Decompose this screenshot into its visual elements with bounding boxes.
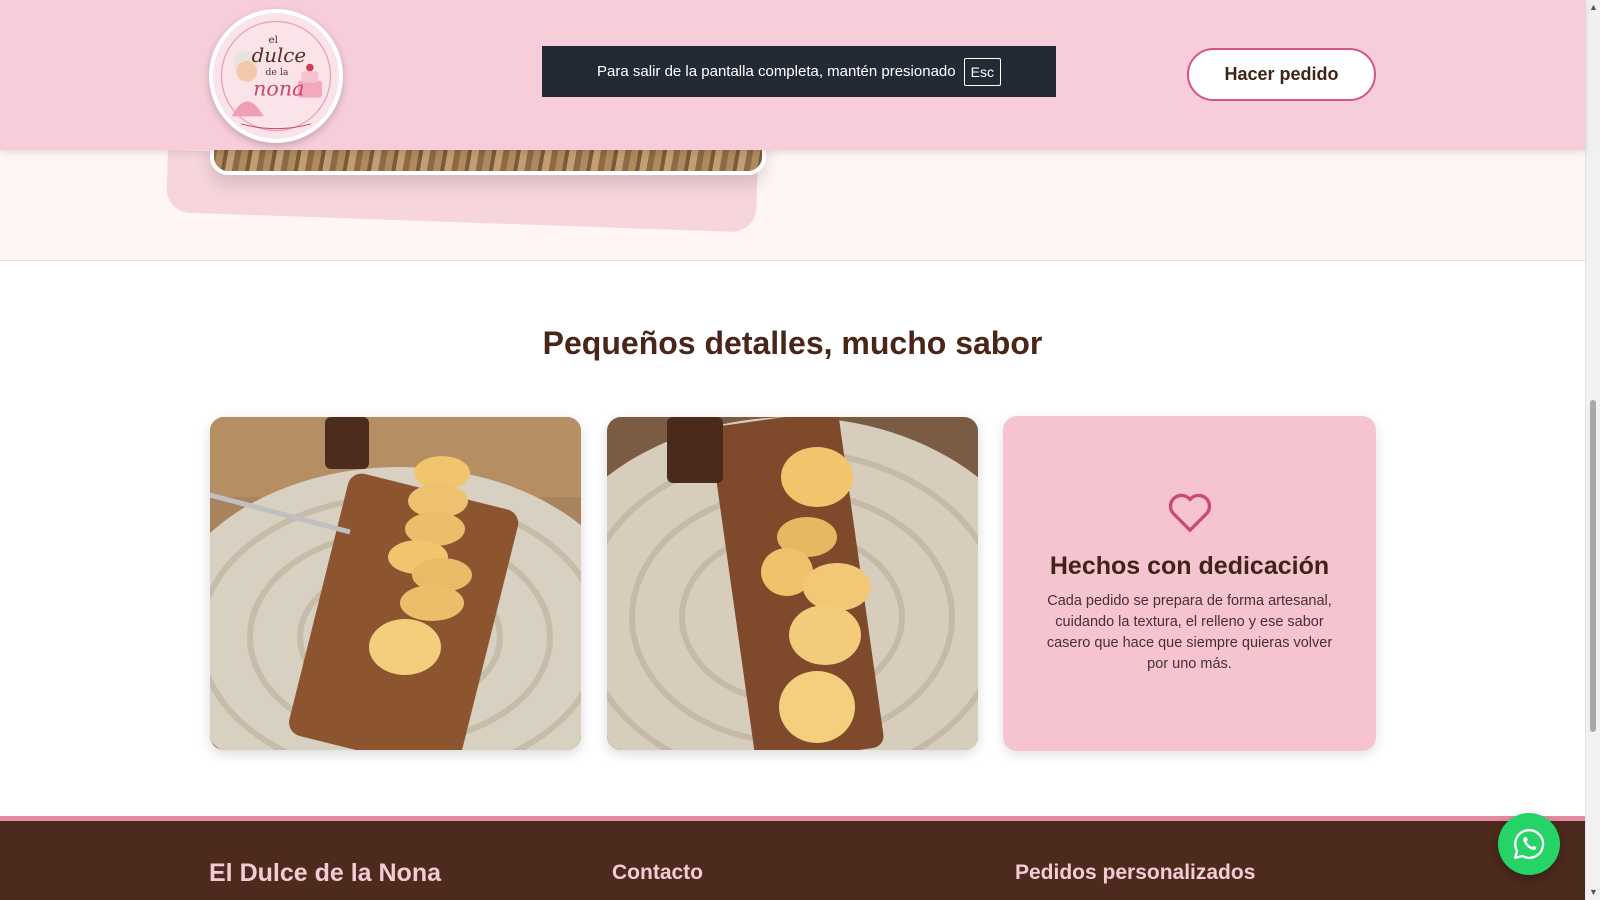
hero-section-bottom: [0, 150, 1585, 261]
hero-photo: [210, 150, 766, 175]
gallery-photo-alfajores-2[interactable]: [607, 417, 978, 750]
fullscreen-exit-toast: Para salir de la pantalla completa, mant…: [542, 46, 1056, 97]
gallery-title: Pequeños detalles, mucho sabor: [542, 325, 1043, 361]
logo-text-dulce: dulce: [252, 44, 306, 67]
heart-icon: [1168, 493, 1211, 532]
whatsapp-button[interactable]: [1498, 813, 1560, 875]
dedication-card-title: Hechos con dedicación: [1049, 552, 1330, 580]
order-button[interactable]: Hacer pedido: [1187, 48, 1376, 101]
site-footer: El Dulce de la Nona Contacto Pedidos per…: [0, 816, 1585, 900]
page-scrollbar[interactable]: ▲ ▼: [1585, 0, 1600, 900]
footer-custom-orders-heading: Pedidos personalizados: [1015, 861, 1256, 884]
dedication-card: Hechos con dedicación Cada pedido se pre…: [1003, 416, 1376, 751]
logo-text-nona: nona: [253, 77, 304, 101]
gallery-photo-alfajores-1[interactable]: [210, 417, 581, 750]
whatsapp-icon: [1514, 829, 1545, 859]
alfajores-photo-1: [210, 417, 581, 750]
scrollbar-thumb[interactable]: [1590, 400, 1596, 732]
scroll-down-arrow-icon[interactable]: ▼: [1586, 885, 1600, 900]
scroll-up-arrow-icon[interactable]: ▲: [1586, 0, 1600, 15]
esc-key-badge: Esc: [963, 57, 1001, 86]
footer-brand: El Dulce de la Nona: [209, 859, 442, 887]
footer-contact-heading: Contacto: [612, 861, 703, 884]
brand-logo[interactable]: el dulce de la nona: [209, 9, 343, 143]
logo-graphic: el dulce de la nona: [215, 15, 337, 137]
fullscreen-toast-message: Para salir de la pantalla completa, mant…: [597, 63, 956, 80]
dedication-card-text: Cada pedido se prepara de forma artesana…: [1046, 593, 1333, 672]
alfajores-photo-2: [607, 417, 978, 750]
